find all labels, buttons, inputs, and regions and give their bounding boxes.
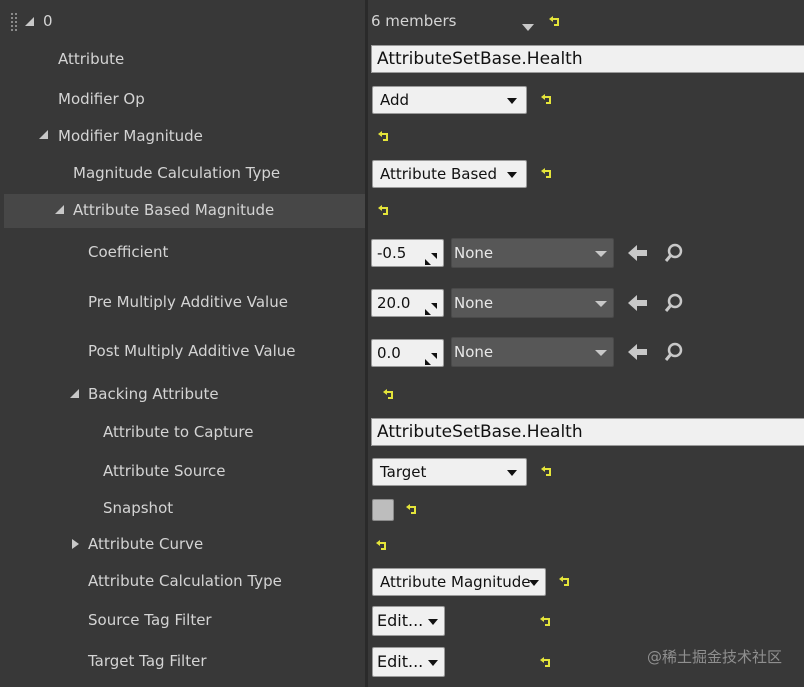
post-multiply-value: 0.0: [377, 344, 401, 362]
attribute-curve-label: Attribute Curve: [88, 535, 204, 553]
post-multiply-input[interactable]: 0.0: [371, 339, 444, 367]
pre-multiply-input[interactable]: 20.0: [371, 289, 444, 317]
coefficient-curve-combo[interactable]: None: [451, 238, 614, 268]
browse-magnifier-icon[interactable]: [664, 243, 684, 267]
reset-to-default-icon[interactable]: [378, 130, 390, 142]
expand-arrow-icon[interactable]: [25, 17, 34, 26]
column-divider[interactable]: [365, 0, 368, 687]
reset-to-default-icon[interactable]: [541, 465, 553, 477]
chevron-down-icon: [507, 98, 517, 104]
attribute-source-value: Target: [380, 463, 427, 481]
reset-to-default-icon[interactable]: [559, 575, 571, 587]
chevron-down-icon: [507, 470, 517, 476]
pre-multiply-value: 20.0: [377, 294, 411, 312]
watermark: @稀土掘金技术社区: [646, 648, 782, 666]
attribute-source-combo[interactable]: Target: [372, 458, 527, 486]
source-tag-filter-button[interactable]: Edit...: [372, 606, 445, 636]
backing-attribute-label: Backing Attribute: [88, 385, 219, 403]
spin-drag-icon[interactable]: [425, 347, 437, 365]
pre-multiply-curve-combo[interactable]: None: [451, 288, 614, 318]
element-index: 0: [43, 12, 53, 30]
magnitude-calc-type-label: Magnitude Calculation Type: [73, 164, 281, 182]
coefficient-label: Coefficient: [88, 243, 169, 261]
source-tag-filter-label: Source Tag Filter: [88, 611, 212, 629]
snapshot-label: Snapshot: [103, 499, 174, 517]
target-tag-filter-value: Edit...: [377, 652, 424, 671]
expand-arrow-icon[interactable]: [55, 205, 64, 214]
reset-to-default-icon[interactable]: [540, 656, 552, 668]
reset-to-default-icon[interactable]: [541, 93, 553, 105]
spin-drag-icon[interactable]: [425, 247, 437, 265]
coefficient-input[interactable]: -0.5: [371, 239, 444, 267]
attribute-calc-type-combo[interactable]: Attribute Magnitude: [372, 568, 546, 596]
expand-arrow-icon[interactable]: [70, 389, 79, 398]
chevron-down-icon: [428, 660, 438, 666]
chevron-down-icon: [595, 350, 607, 356]
reset-to-default-icon[interactable]: [540, 615, 552, 627]
pre-multiply-label: Pre Multiply Additive Value: [88, 293, 288, 311]
browse-magnifier-icon[interactable]: [664, 342, 684, 366]
attribute-field[interactable]: AttributeSetBase.Health: [371, 45, 804, 73]
snapshot-checkbox[interactable]: [372, 499, 394, 521]
reset-to-default-icon[interactable]: [406, 503, 418, 515]
members-count: 6 members: [371, 12, 457, 30]
chevron-down-icon: [507, 172, 517, 178]
target-tag-filter-button[interactable]: Edit...: [372, 647, 445, 677]
magnitude-calc-type-value: Attribute Based: [380, 165, 498, 183]
attribute-to-capture-label: Attribute to Capture: [103, 423, 254, 441]
chevron-down-icon: [595, 301, 607, 307]
attribute-calc-type-value: Attribute Magnitude: [380, 573, 531, 591]
post-multiply-label: Post Multiply Additive Value: [88, 342, 296, 360]
collapsed-arrow-icon[interactable]: [72, 539, 79, 549]
attribute-based-magnitude-label: Attribute Based Magnitude: [73, 201, 275, 219]
coefficient-value: -0.5: [377, 244, 407, 262]
chevron-down-icon: [529, 580, 539, 586]
attribute-to-capture-field[interactable]: AttributeSetBase.Health: [371, 418, 804, 446]
use-selected-arrow-icon[interactable]: [628, 295, 648, 315]
attribute-source-label: Attribute Source: [103, 462, 226, 480]
chevron-down-icon: [428, 619, 438, 625]
post-multiply-curve-value: None: [454, 343, 494, 361]
modifier-magnitude-label: Modifier Magnitude: [58, 127, 203, 145]
members-dropdown-arrow-icon[interactable]: [522, 18, 534, 36]
target-tag-filter-label: Target Tag Filter: [88, 652, 207, 670]
drag-handle-icon[interactable]: [11, 13, 19, 35]
reset-to-default-icon[interactable]: [541, 167, 553, 179]
modifier-op-combo[interactable]: Add: [372, 86, 527, 114]
attribute-calc-type-label: Attribute Calculation Type: [88, 572, 282, 590]
attribute-label: Attribute: [58, 50, 125, 68]
chevron-down-icon: [595, 251, 607, 257]
magnitude-calc-type-combo[interactable]: Attribute Based: [372, 160, 527, 188]
post-multiply-curve-combo[interactable]: None: [451, 337, 614, 367]
reset-to-default-icon[interactable]: [383, 388, 395, 400]
pre-multiply-curve-value: None: [454, 294, 494, 312]
modifier-op-value: Add: [380, 91, 410, 109]
reset-to-default-icon[interactable]: [378, 204, 390, 216]
use-selected-arrow-icon[interactable]: [628, 245, 648, 265]
reset-to-default-icon[interactable]: [376, 539, 388, 551]
source-tag-filter-value: Edit...: [377, 611, 424, 630]
spin-drag-icon[interactable]: [425, 297, 437, 315]
use-selected-arrow-icon[interactable]: [628, 344, 648, 364]
reset-to-default-icon[interactable]: [549, 15, 561, 27]
modifier-op-label: Modifier Op: [58, 90, 145, 108]
coefficient-curve-value: None: [454, 244, 494, 262]
expand-arrow-icon[interactable]: [39, 130, 48, 139]
browse-magnifier-icon[interactable]: [664, 293, 684, 317]
